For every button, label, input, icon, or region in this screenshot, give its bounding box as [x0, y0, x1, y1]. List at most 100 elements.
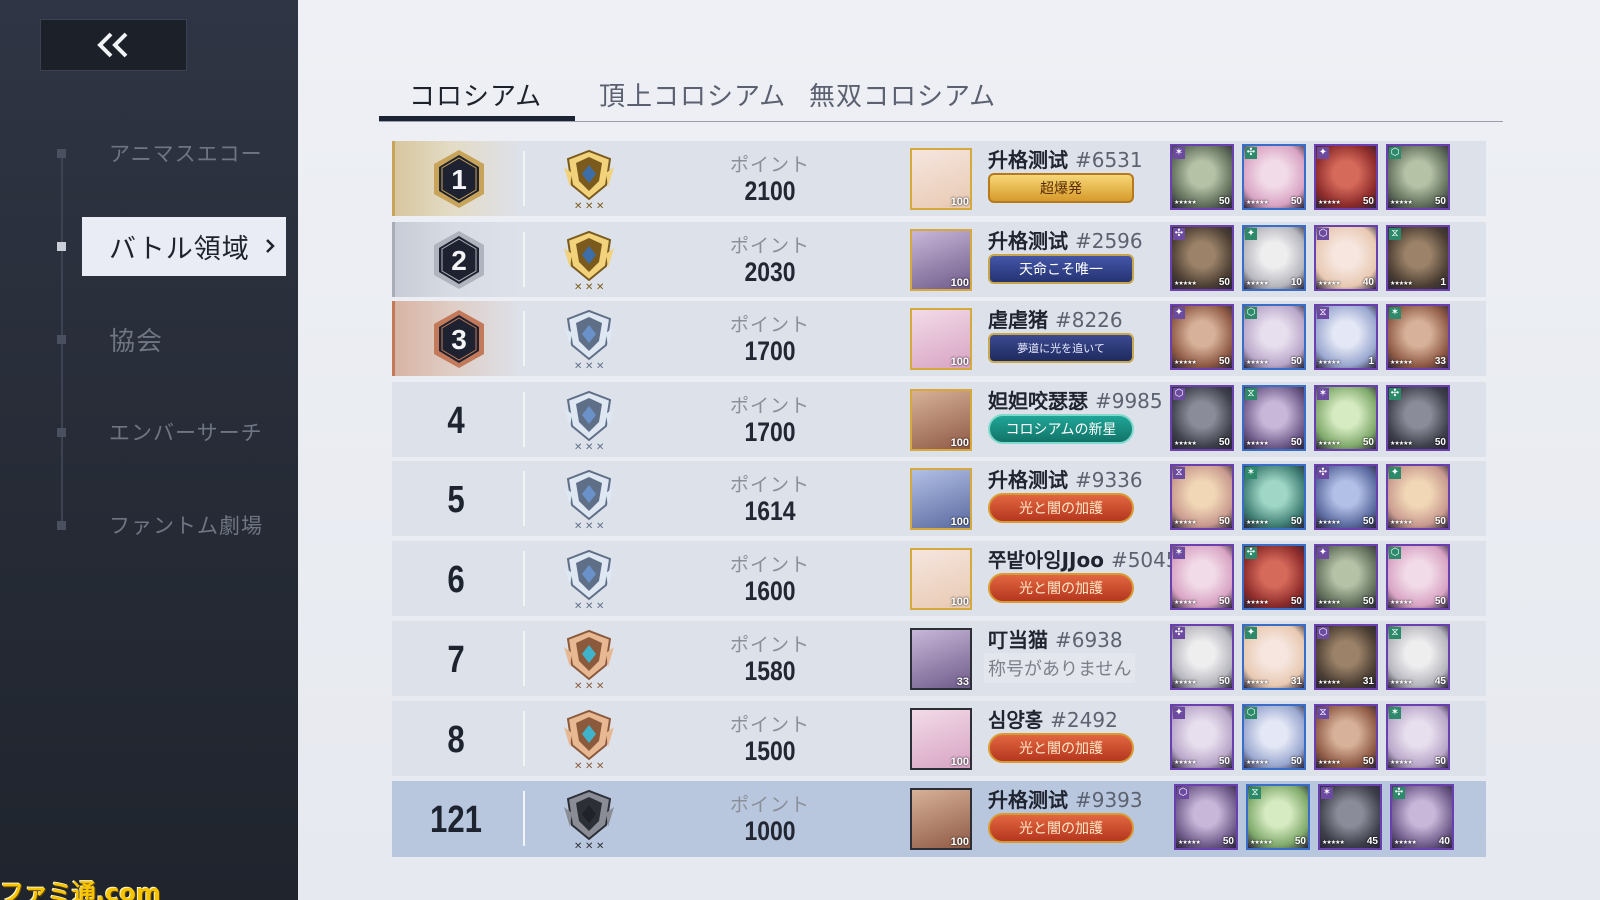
team-character-card[interactable]: ✶ ★★★★★ 50 [1386, 704, 1450, 770]
svg-text:✕: ✕ [596, 282, 604, 292]
element-icon: ✦ [1389, 467, 1401, 479]
element-icon: ✶ [1317, 388, 1329, 400]
team-character-card[interactable]: ✦ ★★★★★ 50 [1314, 544, 1378, 610]
player-name: 叮当猫 #6938 [988, 624, 1123, 653]
sidebar-item-phantom-theater[interactable]: ファントム劇場 [0, 505, 298, 545]
team-character-card[interactable]: ⧖ ★★★★★ 1 [1314, 304, 1378, 370]
team-character-card[interactable]: ✶ ★★★★★ 50 [1170, 544, 1234, 610]
team-character-card[interactable]: ✣ ★★★★★ 50 [1314, 464, 1378, 530]
ranking-row[interactable]: 1 ✕ ✕ ✕ ポイント 2100 100 升格测试 #6531 超爆発 ✶ ★★★★★ 50 ✣ ★★★… [392, 141, 1486, 216]
team-character-card[interactable]: ⬡ ★★★★★ 50 [1386, 544, 1450, 610]
team-character-card[interactable]: ⧖ ★★★★★ 45 [1386, 624, 1450, 690]
svg-text:✕: ✕ [585, 521, 593, 531]
team-character-card[interactable]: ⧖ ★★★★★ 50 [1242, 385, 1306, 451]
character-level: 50 [1294, 836, 1306, 847]
sidebar-item-ember-search[interactable]: エンバーサーチ [0, 412, 298, 452]
element-icon: ✶ [1173, 547, 1185, 559]
team-character-card[interactable]: ⬡ ★★★★★ 31 [1314, 624, 1378, 690]
team-character-card[interactable]: ⧖ ★★★★★ 1 [1386, 225, 1450, 291]
team-character-card[interactable]: ✶ ★★★★★ 50 [1170, 144, 1234, 210]
team-character-card[interactable]: ✣ ★★★★★ 40 [1390, 784, 1454, 850]
player-name: 升格测试 #9393 [988, 784, 1143, 813]
player-name-text: 叮当猫 [988, 628, 1048, 652]
ranking-row[interactable]: 3 ✕ ✕ ✕ ポイント 1700 100 虐虐猪 #8226 夢道に光を追いて ✦ ★★★★★ 50… [392, 301, 1486, 376]
player-avatar[interactable]: 100 [910, 389, 972, 451]
ranking-row[interactable]: 6 ✕ ✕ ✕ ポイント 1600 100 쭈밭아잉JJoo #5045 光と闇の加護 ✶ ★★★★… [392, 541, 1486, 616]
tab-colosseum[interactable]: コロシアム [409, 76, 542, 113]
element-icon: ⧖ [1173, 467, 1185, 479]
player-avatar[interactable]: 100 [910, 708, 972, 770]
team-character-card[interactable]: ⬡ ★★★★★ 50 [1170, 385, 1234, 451]
ranking-row[interactable]: 4 ✕ ✕ ✕ ポイント 1700 100 妲妲咬瑟瑟 #9985 コロシアムの新星 ⬡ ★★★★★… [392, 382, 1486, 457]
back-button[interactable] [40, 19, 187, 71]
element-icon: ✦ [1173, 707, 1185, 719]
team-character-card[interactable]: ⧖ ★★★★★ 50 [1314, 704, 1378, 770]
team-character-card[interactable]: ✶ ★★★★★ 45 [1318, 784, 1382, 850]
ranking-row[interactable]: 8 ✕ ✕ ✕ ポイント 1500 100 심양홍 #2492 光と闇の加護 ✦ ★★★★★ 50 ⬡ ★… [392, 701, 1486, 776]
team-character-card[interactable]: ⬡ ★★★★★ 50 [1242, 304, 1306, 370]
team-character-card[interactable]: ✶ ★★★★★ 50 [1242, 464, 1306, 530]
player-avatar[interactable]: 100 [910, 229, 972, 291]
star-rating-icon: ★★★★★ [1246, 199, 1269, 206]
team-character-card[interactable]: ✣ ★★★★★ 50 [1242, 544, 1306, 610]
team-character-card[interactable]: ⧖ ★★★★★ 50 [1170, 464, 1234, 530]
star-rating-icon: ★★★★★ [1322, 839, 1345, 846]
ranking-row[interactable]: 5 ✕ ✕ ✕ ポイント 1614 100 升格测试 #9336 光と闇の加護 ⧖ ★★★★★ 50 ✶… [392, 461, 1486, 536]
team-character-card[interactable]: ✦ ★★★★★ 50 [1170, 304, 1234, 370]
team-character-card[interactable]: ✣ ★★★★★ 50 [1170, 624, 1234, 690]
character-level: 50 [1218, 356, 1230, 367]
divider [523, 151, 525, 206]
element-icon: ⬡ [1317, 228, 1329, 240]
sidebar-item-animas-echo[interactable]: アニマスエコー [0, 133, 298, 173]
tab-musou-colosseum[interactable]: 無双コロシアム [809, 76, 996, 113]
ranking-row[interactable]: 7 ✕ ✕ ✕ ポイント 1580 33 叮当猫 #6938 称号がありません ✣ ★★★★★ 50 ✦… [392, 621, 1486, 696]
team-character-card[interactable]: ✦ ★★★★★ 31 [1242, 624, 1306, 690]
divider [523, 791, 525, 846]
sidebar-item-association[interactable]: 協会 [0, 319, 298, 359]
points-label: ポイント [729, 634, 810, 656]
element-icon: ⬡ [1317, 627, 1329, 639]
nav-dot [57, 428, 66, 437]
team-character-card[interactable]: ⬡ ★★★★★ 50 [1386, 144, 1450, 210]
star-rating-icon: ★★★★★ [1318, 599, 1341, 606]
team-character-card[interactable]: ✦ ★★★★★ 50 [1386, 464, 1450, 530]
character-level: 50 [1290, 356, 1302, 367]
team-character-card[interactable]: ⧖ ★★★★★ 50 [1246, 784, 1310, 850]
team-character-card[interactable]: ✶ ★★★★★ 50 [1314, 385, 1378, 451]
team-character-card[interactable]: ✶ ★★★★★ 33 [1386, 304, 1450, 370]
sidebar-item-battle-area[interactable]: バトル領域 [82, 217, 286, 276]
player-avatar[interactable]: 100 [910, 788, 972, 850]
element-icon: ⬡ [1173, 388, 1185, 400]
rank-number: 3 [451, 324, 467, 355]
team-character-card[interactable]: ✦ ★★★★★ 50 [1314, 144, 1378, 210]
star-rating-icon: ★★★★★ [1174, 199, 1197, 206]
player-avatar[interactable]: 100 [910, 468, 972, 530]
character-level: 50 [1362, 196, 1374, 207]
points-value: 1000 [744, 816, 796, 846]
player-avatar[interactable]: 100 [910, 548, 972, 610]
player-avatar[interactable]: 100 [910, 308, 972, 370]
team-character-card[interactable]: ⬡ ★★★★★ 40 [1314, 225, 1378, 291]
ranking-row[interactable]: 2 ✕ ✕ ✕ ポイント 2030 100 升格测试 #2596 天命こそ唯一 ✣ ★★★★★ 50 ✦… [392, 222, 1486, 297]
star-rating-icon: ★★★★★ [1390, 199, 1413, 206]
element-icon: ✣ [1245, 147, 1257, 159]
team-character-card[interactable]: ✣ ★★★★★ 50 [1386, 385, 1450, 451]
rank-cell: 1 [392, 141, 520, 216]
tab-summit-colosseum[interactable]: 頂上コロシアム [599, 76, 786, 113]
star-rating-icon: ★★★★★ [1390, 440, 1413, 447]
rank-cell: 7 [392, 621, 520, 696]
ranking-row[interactable]: 121 ✕ ✕ ✕ ポイント 1000 100 升格测试 #9393 光と闇の加護 ⬡ ★★★★★ 5… [392, 781, 1486, 857]
double-chevron-left-icon [96, 32, 127, 58]
team-character-card[interactable]: ✣ ★★★★★ 50 [1242, 144, 1306, 210]
player-avatar[interactable]: 100 [910, 148, 972, 210]
element-icon: ✣ [1317, 467, 1329, 479]
team-character-card[interactable]: ✣ ★★★★★ 50 [1170, 225, 1234, 291]
rank-badge-icon: 2 [434, 231, 484, 289]
team-character-card[interactable]: ⬡ ★★★★★ 50 [1242, 704, 1306, 770]
team-character-card[interactable]: ⬡ ★★★★★ 50 [1174, 784, 1238, 850]
team-character-card[interactable]: ✦ ★★★★★ 10 [1242, 225, 1306, 291]
player-avatar[interactable]: 33 [910, 628, 972, 690]
rank-cell: 4 [392, 382, 520, 457]
team-character-card[interactable]: ✦ ★★★★★ 50 [1170, 704, 1234, 770]
star-rating-icon: ★★★★★ [1246, 679, 1269, 686]
